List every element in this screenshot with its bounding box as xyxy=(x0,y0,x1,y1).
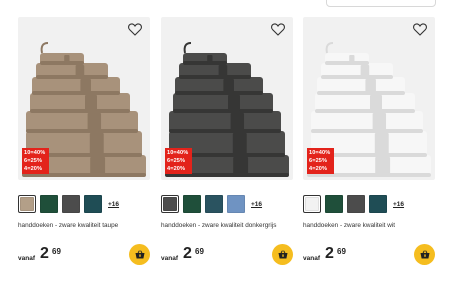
favorite-button[interactable] xyxy=(128,23,146,41)
swatch-image xyxy=(305,197,319,211)
product-image[interactable]: 10=40% 6=25% 4=20% xyxy=(303,17,435,180)
color-swatch[interactable] xyxy=(347,195,365,213)
swatch-image xyxy=(84,195,102,213)
basket-icon xyxy=(420,250,429,259)
price-row: vanaf 2 69 xyxy=(161,244,293,266)
color-swatch[interactable] xyxy=(227,195,245,213)
swatch-image xyxy=(369,195,387,213)
product-title[interactable]: handdoeken - zware kwaliteit wit xyxy=(303,222,435,229)
price-decimals: 69 xyxy=(195,247,204,256)
color-swatch-selected[interactable] xyxy=(303,195,321,213)
swatch-image xyxy=(325,195,343,213)
color-swatch[interactable] xyxy=(62,195,80,213)
add-to-cart-button[interactable] xyxy=(414,244,435,265)
swatch-image xyxy=(183,195,201,213)
product-title[interactable]: handdoeken - zware kwaliteit taupe xyxy=(18,222,150,229)
promo-badge: 10=40% 6=25% 4=20% xyxy=(22,148,49,174)
color-swatch[interactable] xyxy=(205,195,223,213)
color-swatch[interactable] xyxy=(84,195,102,213)
product-card[interactable]: 10=40% 6=25% 4=20% +16 handdoeken - zwar… xyxy=(18,17,150,277)
heart-icon xyxy=(128,23,142,36)
promo-line: 10=40% xyxy=(24,150,46,156)
heart-icon xyxy=(271,23,285,36)
promo-badge: 10=40% 6=25% 4=20% xyxy=(307,148,334,174)
price-prefix: vanaf xyxy=(161,255,178,262)
product-image[interactable]: 10=40% 6=25% 4=20% xyxy=(161,17,293,180)
product-card[interactable]: 10=40% 6=25% 4=20% +16 handdoeken - zwar… xyxy=(303,17,435,277)
product-image[interactable]: 10=40% 6=25% 4=20% xyxy=(18,17,150,180)
color-swatch[interactable] xyxy=(369,195,387,213)
price-prefix: vanaf xyxy=(303,255,320,262)
price-row: vanaf 2 69 xyxy=(18,244,150,266)
promo-line: 10=40% xyxy=(167,150,189,156)
price-integer: 2 xyxy=(40,245,49,262)
promo-line: 6=25% xyxy=(309,158,328,164)
promo-line: 6=25% xyxy=(24,158,43,164)
heart-icon xyxy=(413,23,427,36)
price-decimals: 69 xyxy=(52,247,61,256)
color-swatches: +16 xyxy=(18,195,119,213)
color-swatch[interactable] xyxy=(325,195,343,213)
product-title[interactable]: handdoeken - zware kwaliteit donkergrijs xyxy=(161,222,293,229)
basket-icon xyxy=(135,250,144,259)
more-colors-link[interactable]: +16 xyxy=(251,201,262,208)
price-integer: 2 xyxy=(325,245,334,262)
color-swatches: +16 xyxy=(161,195,262,213)
favorite-button[interactable] xyxy=(271,23,289,41)
sort-dropdown[interactable] xyxy=(326,0,436,7)
more-colors-link[interactable]: +16 xyxy=(393,201,404,208)
swatch-image xyxy=(62,195,80,213)
swatch-image xyxy=(20,197,34,211)
color-swatches: +16 xyxy=(303,195,404,213)
more-colors-link[interactable]: +16 xyxy=(108,201,119,208)
swatch-image xyxy=(205,195,223,213)
color-swatch-selected[interactable] xyxy=(161,195,179,213)
product-card[interactable]: 10=40% 6=25% 4=20% +16 handdoeken - zwar… xyxy=(161,17,293,277)
color-swatch[interactable] xyxy=(183,195,201,213)
swatch-image xyxy=(163,197,177,211)
price-integer: 2 xyxy=(183,245,192,262)
price-decimals: 69 xyxy=(337,247,346,256)
swatch-image xyxy=(227,195,245,213)
add-to-cart-button[interactable] xyxy=(129,244,150,265)
promo-line: 10=40% xyxy=(309,150,331,156)
color-swatch-selected[interactable] xyxy=(18,195,36,213)
basket-icon xyxy=(278,250,287,259)
promo-line: 6=25% xyxy=(167,158,186,164)
promo-line: 4=20% xyxy=(167,166,186,172)
price-prefix: vanaf xyxy=(18,255,35,262)
price-row: vanaf 2 69 xyxy=(303,244,435,266)
add-to-cart-button[interactable] xyxy=(272,244,293,265)
swatch-image xyxy=(40,195,58,213)
swatch-image xyxy=(347,195,365,213)
color-swatch[interactable] xyxy=(40,195,58,213)
promo-badge: 10=40% 6=25% 4=20% xyxy=(165,148,192,174)
promo-line: 4=20% xyxy=(309,166,328,172)
promo-line: 4=20% xyxy=(24,166,43,172)
favorite-button[interactable] xyxy=(413,23,431,41)
